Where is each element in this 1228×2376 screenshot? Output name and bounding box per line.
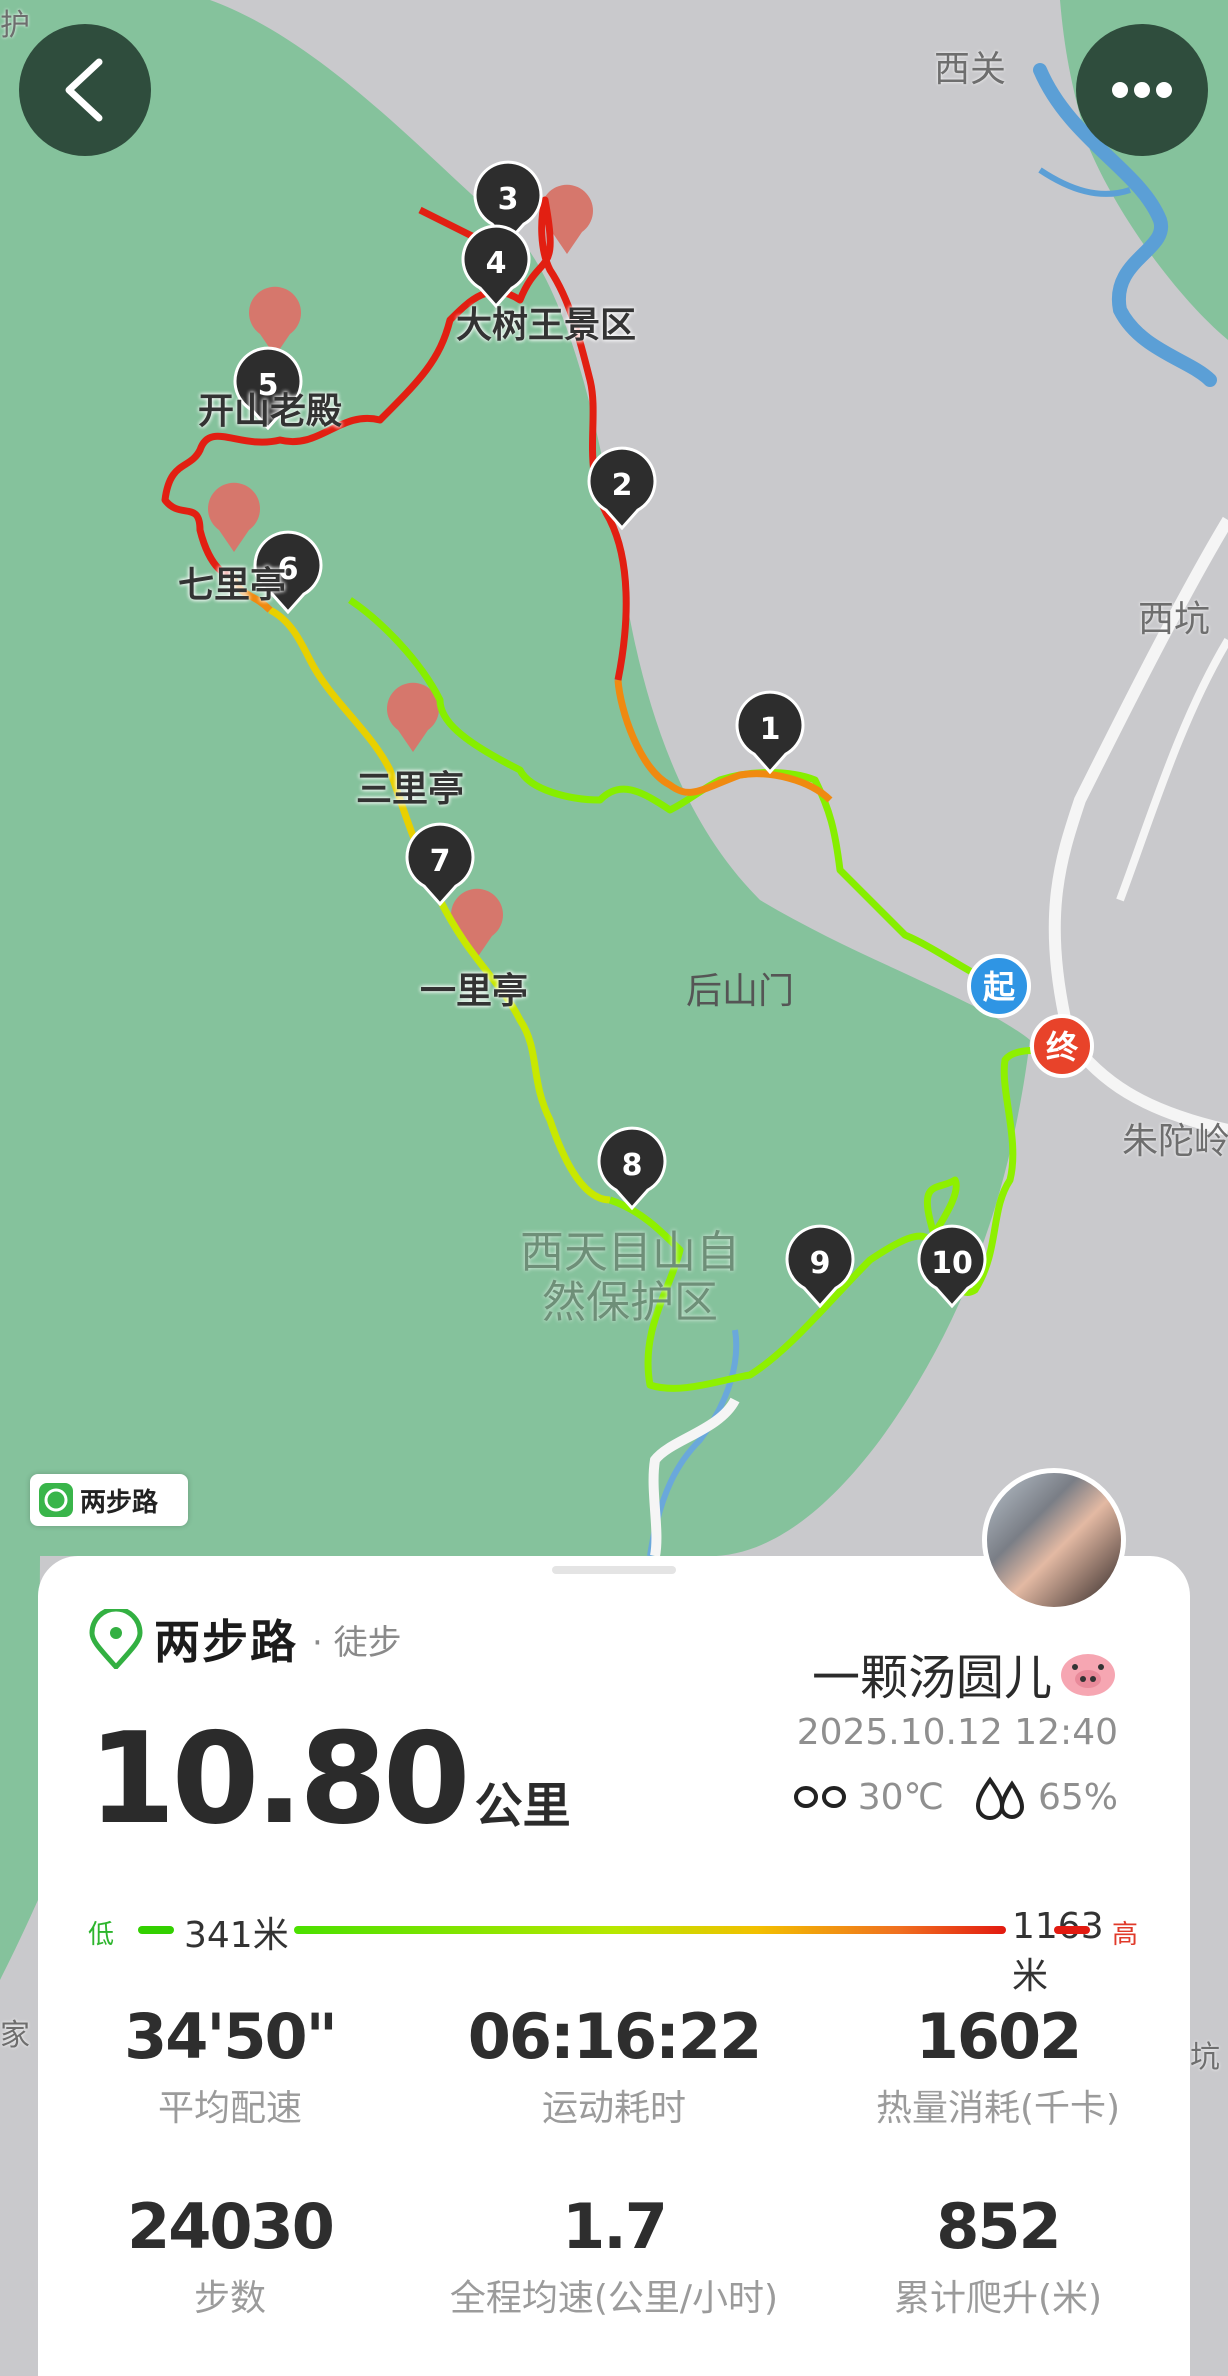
stat-elevation-gain: 852 累计爬升(米) [806, 2190, 1190, 2321]
pig-emoji-icon [1061, 1654, 1115, 1696]
elevation-range: 低 341米 1163米 高 [88, 1906, 1138, 1997]
stat-label: 运动耗时 [541, 2088, 686, 2129]
route-marker-label: 8 [622, 1148, 643, 1183]
place-label-xikeng: 西坑 [1138, 599, 1211, 640]
route-marker-label: 3 [498, 182, 519, 217]
place-label-zhutuoling: 朱陀岭 [1122, 1121, 1228, 1162]
place-label-kaishan: 开山老殿 [198, 391, 343, 432]
stat-value: 24030 [127, 2190, 335, 2263]
distance-unit: 公里 [474, 1778, 571, 1834]
more-button[interactable] [1076, 24, 1208, 156]
humidity-value: 65% [1037, 1776, 1118, 1818]
start-label: 起 [983, 968, 1016, 1006]
stat-duration: 06:16:22 运动耗时 [422, 2000, 806, 2131]
elevation-low-swatch [138, 1926, 174, 1934]
place-label-xiguan: 西关 [934, 49, 1007, 90]
activity-type: · 徒步 [312, 1622, 402, 1663]
stat-value: 34'50" [124, 2000, 338, 2073]
back-button[interactable] [19, 24, 151, 156]
place-label-reserve: 西天目山自然保护区 [520, 1227, 740, 1328]
user-name[interactable]: 一颗汤圆儿 [812, 1638, 1118, 1708]
end-label: 终 [1046, 1028, 1079, 1066]
weather: 30℃ 65% [792, 1774, 1118, 1820]
route-marker-label: 9 [810, 1246, 831, 1281]
app-logo-icon [39, 1483, 73, 1517]
place-label-dashuwang: 大树王景区 [456, 305, 637, 346]
distance-value: 10.80 [88, 1705, 471, 1852]
chevron-left-icon [65, 58, 103, 122]
place-label-sanli: 三里亭 [356, 769, 465, 810]
stat-avg-speed: 1.7 全程均速(公里/小时) [422, 2190, 806, 2321]
stat-avg-pace: 34'50" 平均配速 [38, 2000, 422, 2131]
elevation-gradient-bar [294, 1926, 1006, 1934]
distance: 10.80 公里 [88, 1716, 571, 1842]
elevation-low-label: 低 [88, 1920, 115, 1950]
elevation-min: 341米 [184, 1915, 289, 1956]
elevation-high-label: 高 [1111, 1920, 1138, 1950]
activity-datetime: 2025.10.12 12:40 [796, 1712, 1118, 1753]
end-marker[interactable]: 终 [1030, 1014, 1094, 1078]
temperature-value: 30℃ [857, 1776, 944, 1818]
avatar[interactable] [982, 1468, 1126, 1612]
temperature-icon [793, 1786, 846, 1808]
drag-handle[interactable] [552, 1566, 676, 1574]
stat-value: 1602 [915, 2000, 1083, 2073]
start-marker[interactable]: 起 [967, 954, 1031, 1018]
user-name-text: 一颗汤圆儿 [811, 1650, 1052, 1706]
stat-label: 累计爬升(米) [893, 2278, 1103, 2319]
stat-label: 步数 [193, 2278, 266, 2319]
stat-calories: 1602 热量消耗(千卡) [806, 2000, 1190, 2131]
map-watermark: 两步路 [30, 1474, 188, 1526]
place-label-edge-jia: 家 [0, 2018, 30, 2053]
stat-label: 全程均速(公里/小时) [449, 2278, 779, 2319]
humidity-icon [975, 1776, 1024, 1820]
stat-label: 平均配速 [157, 2088, 302, 2129]
app-logo-icon [89, 1609, 143, 1669]
brand-name: 两步路 [154, 1615, 298, 1669]
place-label-qili: 七里亭 [178, 565, 287, 606]
route-marker-label: 10 [931, 1246, 973, 1281]
stat-value: 06:16:22 [467, 2000, 762, 2073]
stat-steps: 24030 步数 [38, 2190, 422, 2321]
brand: 两步路 · 徒步 [88, 1606, 402, 1672]
place-label-yili: 一里亭 [420, 971, 529, 1012]
watermark-text: 两步路 [80, 1487, 159, 1518]
more-horizontal-icon [1112, 82, 1172, 98]
route-marker-label: 2 [612, 468, 633, 503]
elevation-high-swatch [1054, 1926, 1090, 1934]
place-label-edge-keng: 坑 [1190, 2040, 1220, 2075]
stat-label: 热量消耗(千卡) [875, 2088, 1121, 2129]
route-marker-label: 4 [486, 246, 507, 281]
stat-value: 1.7 [562, 2190, 668, 2263]
stat-value: 852 [936, 2190, 1061, 2263]
place-label-houshanmen: 后山门 [686, 971, 795, 1012]
route-marker-label: 7 [430, 844, 451, 879]
route-marker-label: 1 [760, 712, 781, 747]
